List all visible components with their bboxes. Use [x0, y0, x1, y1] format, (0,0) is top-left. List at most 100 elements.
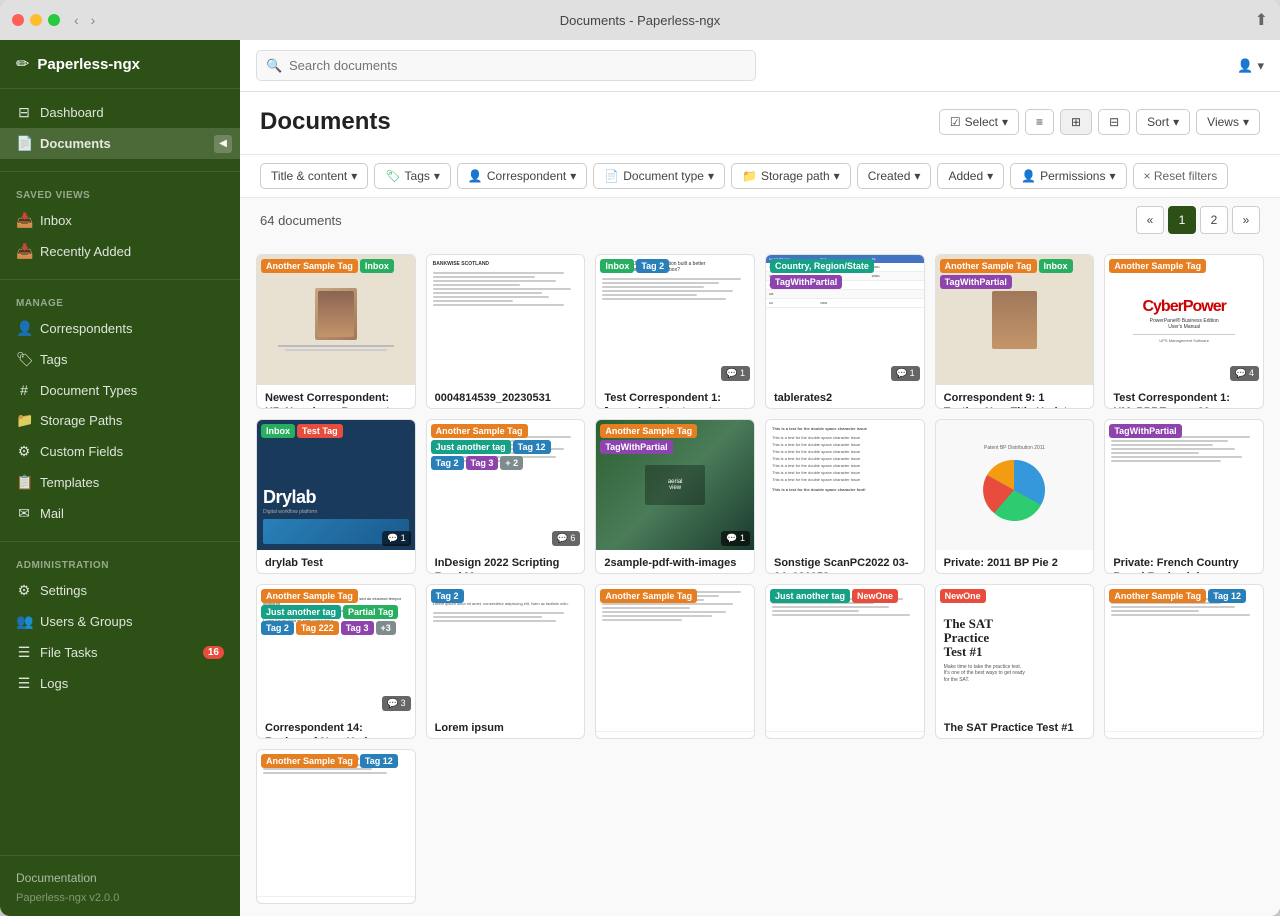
- correspondents-icon: 👤: [16, 320, 32, 337]
- grid-view-button[interactable]: ⊞: [1060, 109, 1092, 135]
- minimize-button[interactable]: [30, 14, 42, 26]
- titlebar: ‹ › Documents - Paperless-ngx ⬆: [0, 0, 1280, 40]
- list-item[interactable]: Review of New York Federal Petitions Lor…: [256, 584, 416, 739]
- pagination-page-1[interactable]: 1: [1168, 206, 1196, 234]
- sidebar-item-recently-added[interactable]: 📥 Recently Added: [0, 236, 240, 267]
- document-type-filter[interactable]: 📄 Document type ▾: [593, 163, 725, 189]
- sidebar-collapse-button[interactable]: ◀: [214, 135, 232, 153]
- main-nav-section: ⊟ Dashboard 📄 Documents ◀: [0, 89, 240, 167]
- permissions-filter[interactable]: 👤 Permissions ▾: [1010, 163, 1126, 189]
- sidebar-item-file-tasks[interactable]: ☰ File Tasks 16: [0, 637, 240, 668]
- back-button[interactable]: ‹: [70, 10, 83, 30]
- download-button[interactable]: ⬇: [883, 736, 905, 739]
- sidebar-item-tags[interactable]: 🏷 Tags: [0, 344, 240, 375]
- pagination-prev[interactable]: «: [1136, 206, 1164, 234]
- sidebar-item-dashboard[interactable]: ⊟ Dashboard: [0, 97, 240, 128]
- list-item[interactable]: Patent BP Distribution 2011 Private: 2: [935, 419, 1095, 574]
- share-button[interactable]: ⬆: [1255, 10, 1268, 30]
- documentation-link[interactable]: Documentation: [16, 868, 224, 888]
- list-item[interactable]: This is a test Another Sample Tag Tag 12: [1104, 584, 1264, 739]
- storage-path-filter[interactable]: 📁 Storage path ▾: [731, 163, 851, 189]
- detail-icon: ⊟: [1109, 115, 1119, 129]
- sidebar-item-documents[interactable]: 📄 Documents ◀: [0, 128, 240, 159]
- doc-tag: Tag 3: [466, 456, 499, 470]
- list-item[interactable]: Another Sample Tag Inbox Newest Correspo…: [256, 254, 416, 409]
- list-item[interactable]: Lorem ipsum dolor sit amet, consectetur …: [256, 749, 416, 904]
- view-button[interactable]: 👁: [1171, 736, 1198, 739]
- topbar-right: 👤 ▾: [1237, 58, 1264, 74]
- sidebar-item-storage-paths[interactable]: 📁 Storage Paths: [0, 405, 240, 436]
- detail-view-button[interactable]: ⊟: [1098, 109, 1130, 135]
- edit-button[interactable]: ✏: [784, 736, 806, 739]
- views-button[interactable]: Views ▾: [1196, 109, 1260, 135]
- sidebar-item-settings[interactable]: ⚙ Settings: [0, 575, 240, 606]
- added-filter[interactable]: Added ▾: [937, 163, 1004, 189]
- edit-button[interactable]: ✏: [615, 736, 637, 739]
- sidebar-item-mail[interactable]: ✉ Mail: [0, 498, 240, 529]
- correspondent-filter[interactable]: 👤 Correspondent ▾: [457, 163, 587, 189]
- view-button[interactable]: 👁: [831, 736, 858, 739]
- chevron-down-icon: ▾: [987, 169, 993, 183]
- edit-button[interactable]: ✏: [1124, 736, 1146, 739]
- select-button[interactable]: ☑ Select ▾: [939, 109, 1019, 135]
- doc-info: [1105, 715, 1263, 731]
- view-button[interactable]: 👁: [322, 901, 349, 904]
- reset-filters-button[interactable]: × Reset filters: [1133, 163, 1229, 189]
- sort-button[interactable]: Sort ▾: [1136, 109, 1190, 135]
- download-button[interactable]: ⬇: [1223, 736, 1245, 739]
- app-window: ‹ › Documents - Paperless-ngx ⬆ ✏ Paperl…: [0, 0, 1280, 916]
- list-item[interactable]: InDesign Scripting Documentation Another…: [426, 419, 586, 574]
- created-filter[interactable]: Created ▾: [857, 163, 932, 189]
- forward-button[interactable]: ›: [87, 10, 100, 30]
- sidebar-item-document-types[interactable]: # Document Types: [0, 375, 240, 405]
- window-title: Documents - Paperless-ngx: [560, 13, 720, 28]
- doc-actions: ✏ 👁 ⬇: [766, 731, 924, 739]
- search-input[interactable]: [256, 50, 756, 81]
- doc-info: Correspondent 9: 1 Testing New Title Upd…: [936, 385, 1094, 409]
- pagination-next[interactable]: »: [1232, 206, 1260, 234]
- chevron-down-icon: ▾: [570, 169, 576, 183]
- list-item[interactable]: This is a test for the double space char…: [765, 419, 925, 574]
- list-view-button[interactable]: ≡: [1025, 109, 1054, 135]
- created-filter-label: Created: [868, 169, 911, 183]
- doc-tag: Tag 2: [431, 589, 464, 603]
- list-item[interactable]: Contact Demo: Just another tag NewOne: [765, 584, 925, 739]
- list-item[interactable]: Review of Artisanal of Artists TagWithPa…: [1104, 419, 1264, 574]
- list-item[interactable]: Has the new Klangpro generation built a …: [595, 254, 755, 409]
- list-item[interactable]: Another Sample Tag ✏ 👁 ⬇: [595, 584, 755, 739]
- doc-tag: Just another tag: [770, 589, 850, 603]
- edit-button[interactable]: ✏: [275, 901, 297, 904]
- list-item[interactable]: Country/Region State Zip US CA 90001: [765, 254, 925, 409]
- list-item[interactable]: aerialview Another Sample Tag TagWithPar…: [595, 419, 755, 574]
- download-button[interactable]: ⬇: [374, 901, 396, 904]
- list-item[interactable]: The SATPracticeTest #1 Make time to take…: [935, 584, 1095, 739]
- recently-added-icon: 📥: [16, 243, 32, 260]
- title-content-filter[interactable]: Title & content ▾: [260, 163, 368, 189]
- sidebar-item-label: Logs: [40, 676, 68, 691]
- sidebar-item-correspondents[interactable]: 👤 Correspondents: [0, 313, 240, 344]
- logs-icon: ☰: [16, 675, 32, 692]
- doc-tag: Another Sample Tag: [940, 259, 1037, 273]
- maximize-button[interactable]: [48, 14, 60, 26]
- user-menu-button[interactable]: 👤 ▾: [1237, 58, 1264, 74]
- close-button[interactable]: [12, 14, 24, 26]
- view-button[interactable]: 👁: [662, 736, 689, 739]
- reset-filters-label: × Reset filters: [1144, 169, 1218, 183]
- download-button[interactable]: ⬇: [714, 736, 736, 739]
- sidebar-item-logs[interactable]: ☰ Logs: [0, 668, 240, 699]
- list-item[interactable]: Another Sample Tag Inbox TagWithPartial …: [935, 254, 1095, 409]
- chevron-down-icon: ▾: [1109, 169, 1115, 183]
- sidebar-item-custom-fields[interactable]: ⚙ Custom Fields: [0, 436, 240, 467]
- doc-info: [596, 715, 754, 731]
- doc-info: tablerates2 📅 Dec 11, 2022: [766, 385, 924, 409]
- list-item[interactable]: Drylab Digital workflow platform Inbox T…: [256, 419, 416, 574]
- list-item[interactable]: Lorem ipsum Lorem ipsum dolor sit amet, …: [426, 584, 586, 739]
- sidebar-item-inbox[interactable]: 📥 Inbox: [0, 205, 240, 236]
- pagination-page-2[interactable]: 2: [1200, 206, 1228, 234]
- list-item[interactable]: BANKWISE SCOTLAND: [426, 254, 586, 409]
- select-icon: ☑: [950, 115, 961, 129]
- list-item[interactable]: CyberPower PowerPanel® Business EditionU…: [1104, 254, 1264, 409]
- sidebar-item-templates[interactable]: 📋 Templates: [0, 467, 240, 498]
- tags-filter[interactable]: 🏷 Tags ▾: [374, 163, 451, 189]
- sidebar-item-users-groups[interactable]: 👥 Users & Groups: [0, 606, 240, 637]
